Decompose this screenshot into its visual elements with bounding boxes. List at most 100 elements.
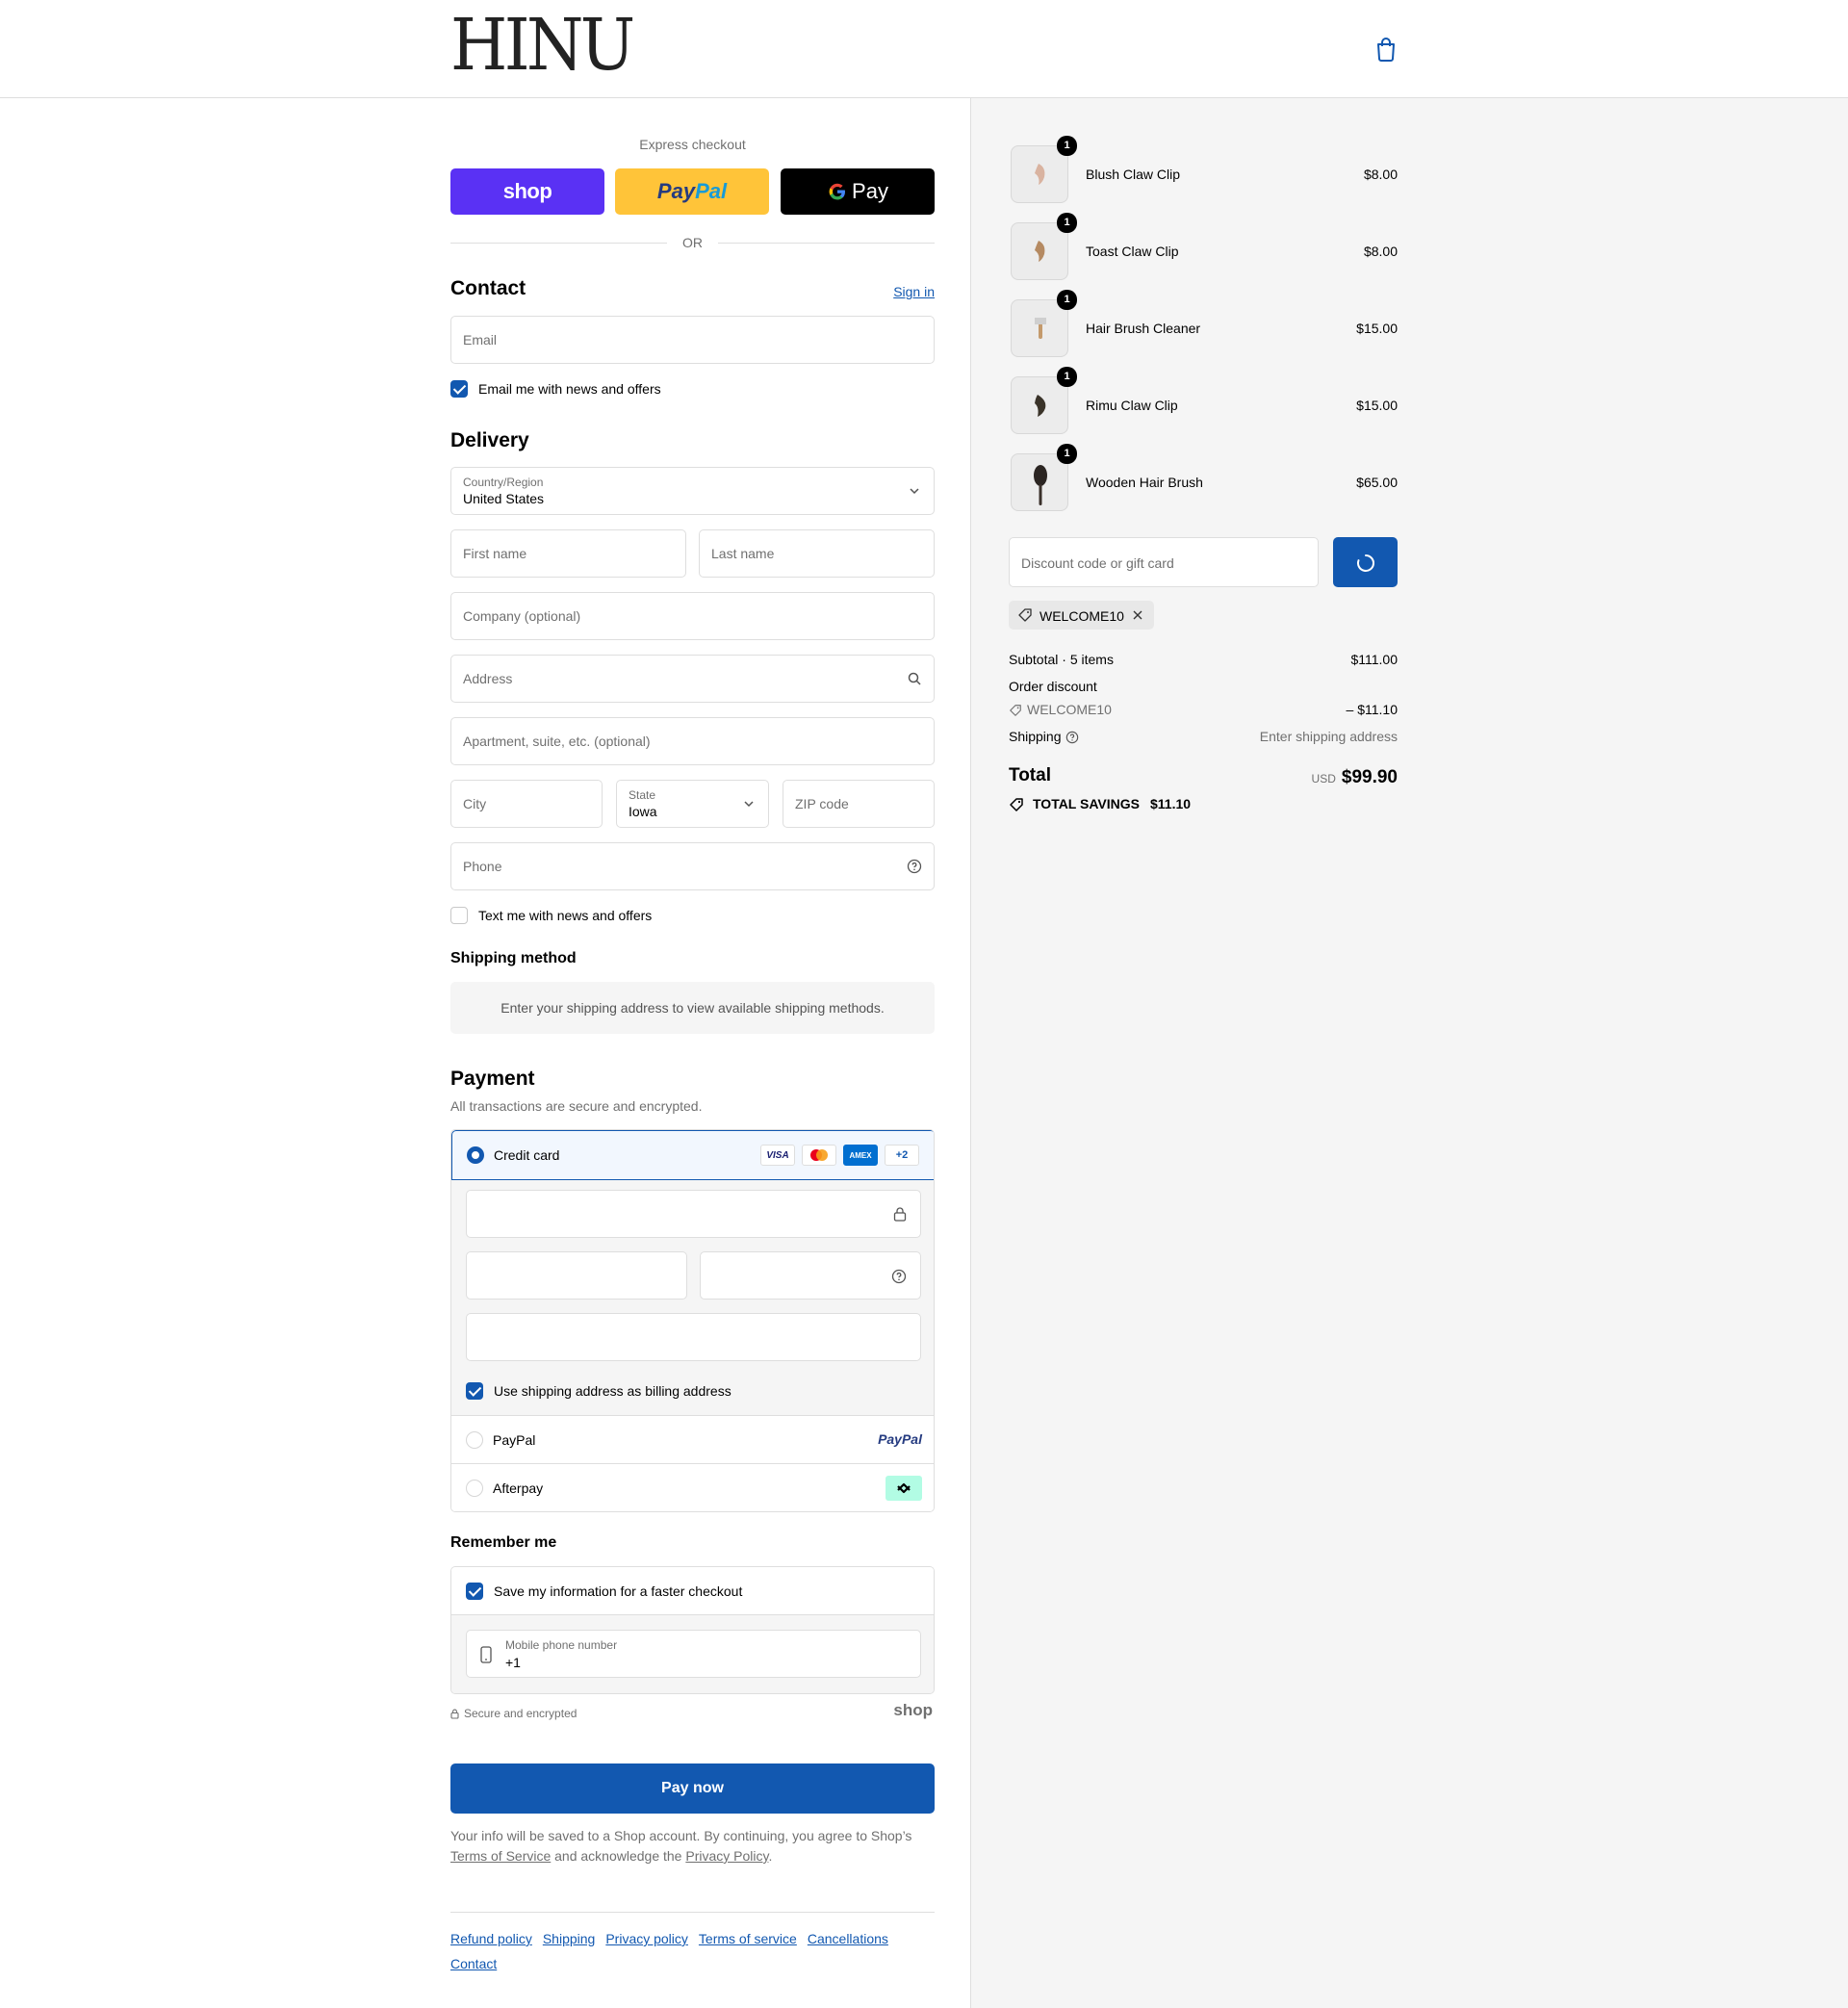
company-field[interactable]: Company (optional) bbox=[450, 592, 935, 640]
item-price: $8.00 bbox=[1363, 244, 1398, 259]
secure-encrypted-note: Secure and encrypted bbox=[450, 1707, 577, 1720]
pay-now-button[interactable]: Pay now bbox=[450, 1763, 935, 1814]
lock-icon bbox=[893, 1207, 907, 1222]
item-name: Hair Brush Cleaner bbox=[1086, 321, 1201, 336]
visa-icon: VISA bbox=[760, 1145, 795, 1166]
paypal-logo: PayPal bbox=[878, 1431, 922, 1447]
quantity-badge: 1 bbox=[1057, 444, 1077, 464]
billing-same-label: Use shipping address as billing address bbox=[494, 1383, 732, 1399]
credit-card-label: Credit card bbox=[494, 1147, 560, 1163]
shipping-row: Shipping Enter shipping address bbox=[1009, 729, 1398, 744]
contact-link[interactable]: Contact bbox=[450, 1956, 497, 1971]
afterpay-radio[interactable] bbox=[466, 1480, 483, 1497]
tag-icon bbox=[1010, 705, 1021, 716]
shop-pay-button[interactable]: shop bbox=[450, 168, 604, 215]
or-divider: OR bbox=[450, 233, 935, 252]
remove-discount-icon[interactable] bbox=[1132, 609, 1143, 621]
terms-of-service-link[interactable]: Terms of Service bbox=[450, 1848, 551, 1864]
more-cards-badge: +2 bbox=[885, 1145, 919, 1166]
terms-of-service-footer-link[interactable]: Terms of service bbox=[699, 1931, 797, 1946]
apartment-field[interactable]: Apartment, suite, etc. (optional) bbox=[450, 717, 935, 765]
store-logo[interactable]: HINU bbox=[450, 10, 635, 81]
paypal-radio[interactable] bbox=[466, 1431, 483, 1449]
header: HINU bbox=[0, 0, 1848, 98]
remember-me-box: Save my information for a faster checkou… bbox=[450, 1566, 935, 1694]
chevron-down-icon bbox=[744, 801, 754, 808]
sign-in-link[interactable]: Sign in bbox=[893, 284, 935, 299]
card-number-field[interactable] bbox=[466, 1190, 921, 1238]
quantity-badge: 1 bbox=[1057, 367, 1077, 387]
country-select[interactable]: Country/Region United States bbox=[450, 467, 935, 515]
billing-same-checkbox[interactable] bbox=[466, 1382, 483, 1400]
expiration-date-field[interactable] bbox=[466, 1251, 687, 1300]
security-code-field[interactable] bbox=[700, 1251, 921, 1300]
express-checkout-title: Express checkout bbox=[639, 137, 746, 152]
mobile-phone-field[interactable]: Mobile phone number +1 bbox=[466, 1630, 921, 1678]
email-news-checkbox[interactable] bbox=[450, 380, 468, 398]
sms-news-label: Text me with news and offers bbox=[478, 908, 653, 923]
mobile-phone-icon bbox=[480, 1646, 492, 1663]
first-name-field[interactable]: First name bbox=[450, 529, 686, 578]
footer-links: Refund policy Shipping Privacy policy Terms… bbox=[450, 1926, 935, 1976]
cart-item: 1 Wooden Hair Brush $65.00 bbox=[1009, 444, 1398, 513]
save-info-label: Save my information for a faster checkou… bbox=[494, 1583, 743, 1599]
delivery-title: Delivery bbox=[450, 429, 529, 451]
credit-card-form: Use shipping address as billing address bbox=[451, 1180, 934, 1415]
legal-notice: Your info will be saved to a Shop accoun… bbox=[450, 1828, 912, 1864]
cancellations-link[interactable]: Cancellations bbox=[808, 1931, 888, 1946]
quantity-badge: 1 bbox=[1057, 290, 1077, 310]
item-price: $8.00 bbox=[1363, 167, 1398, 182]
total-row: Total USD $99.90 bbox=[1009, 765, 1398, 787]
help-circle-icon[interactable] bbox=[891, 1269, 907, 1284]
phone-field[interactable]: Phone bbox=[450, 842, 935, 890]
subtotal-row: Subtotal · 5 items $111.00 bbox=[1009, 652, 1398, 667]
item-name: Toast Claw Clip bbox=[1086, 244, 1179, 259]
shipping-policy-link[interactable]: Shipping bbox=[543, 1931, 596, 1946]
email-news-label: Email me with news and offers bbox=[478, 381, 661, 397]
remember-me-title: Remember me bbox=[450, 1534, 557, 1551]
afterpay-logo-icon bbox=[886, 1476, 922, 1501]
help-circle-icon[interactable] bbox=[907, 859, 922, 874]
lock-icon bbox=[450, 1709, 459, 1719]
google-pay-button[interactable]: Pay bbox=[781, 168, 935, 215]
zip-field[interactable]: ZIP code bbox=[783, 780, 935, 828]
state-select[interactable]: State Iowa bbox=[616, 780, 769, 828]
cart-item: 1 Rimu Claw Clip $15.00 bbox=[1009, 367, 1398, 436]
last-name-field[interactable]: Last name bbox=[699, 529, 935, 578]
cart-item: 1 Toast Claw Clip $8.00 bbox=[1009, 213, 1398, 282]
google-g-icon bbox=[829, 183, 846, 200]
sms-news-checkbox[interactable] bbox=[450, 907, 468, 924]
item-name: Rimu Claw Clip bbox=[1086, 398, 1178, 413]
tag-icon bbox=[1018, 608, 1032, 622]
privacy-policy-footer-link[interactable]: Privacy policy bbox=[605, 1931, 688, 1946]
save-info-checkbox[interactable] bbox=[466, 1583, 483, 1600]
help-circle-icon[interactable] bbox=[1065, 731, 1079, 744]
amex-icon: AMEX bbox=[843, 1145, 878, 1166]
item-name: Wooden Hair Brush bbox=[1086, 475, 1203, 490]
item-price: $15.00 bbox=[1356, 398, 1398, 413]
name-on-card-field[interactable] bbox=[466, 1313, 921, 1361]
privacy-policy-link[interactable]: Privacy Policy bbox=[685, 1848, 768, 1864]
shipping-method-title: Shipping method bbox=[450, 950, 577, 966]
cart-item: 1 Blush Claw Clip $8.00 bbox=[1009, 136, 1398, 205]
quantity-badge: 1 bbox=[1057, 213, 1077, 233]
apply-discount-button[interactable] bbox=[1333, 537, 1398, 587]
afterpay-option-label: Afterpay bbox=[493, 1480, 544, 1496]
refund-policy-link[interactable]: Refund policy bbox=[450, 1931, 532, 1946]
order-discount-row: Order discount bbox=[1009, 679, 1097, 694]
paypal-button[interactable]: Pay Pal bbox=[615, 168, 769, 215]
address-field[interactable]: Address bbox=[450, 655, 935, 703]
afterpay-option[interactable]: Afterpay bbox=[451, 1463, 934, 1511]
city-field[interactable]: City bbox=[450, 780, 603, 828]
item-name: Blush Claw Clip bbox=[1086, 167, 1181, 182]
shop-logo: shop bbox=[893, 1701, 933, 1719]
item-price: $15.00 bbox=[1356, 321, 1398, 336]
quantity-badge: 1 bbox=[1057, 136, 1077, 156]
search-icon bbox=[908, 672, 921, 685]
credit-card-radio[interactable] bbox=[467, 1146, 484, 1164]
shopping-bag-icon[interactable] bbox=[1374, 37, 1398, 62]
email-field[interactable]: Email bbox=[450, 316, 935, 364]
credit-card-option[interactable]: Credit card VISA AMEX +2 bbox=[451, 1130, 934, 1180]
discount-code-input[interactable]: Discount code or gift card bbox=[1009, 537, 1319, 587]
paypal-option[interactable]: PayPal PayPal bbox=[451, 1415, 934, 1463]
